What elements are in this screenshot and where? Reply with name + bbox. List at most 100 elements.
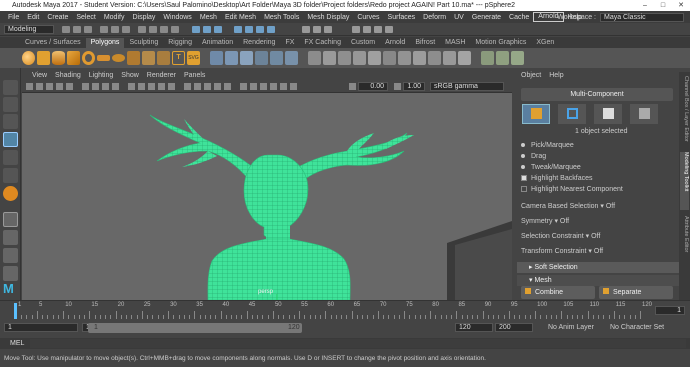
highlight-backfaces-checkbox[interactable]: Highlight Backfaces (521, 175, 592, 182)
character-set-dropdown[interactable]: No Character Set (610, 324, 664, 331)
shelf-tab-polygons[interactable]: Polygons (85, 38, 125, 48)
mash-logo-icon[interactable]: M (3, 281, 18, 296)
menu-surfaces[interactable]: Surfaces (384, 14, 420, 21)
paint-select-icon[interactable] (3, 114, 18, 129)
start-time-field[interactable]: 1 (4, 323, 78, 332)
menu-uv[interactable]: UV (450, 14, 468, 21)
menu-mesh[interactable]: Mesh (196, 14, 221, 21)
playback-end-field[interactable]: 120 (455, 323, 493, 332)
shelf-tab-custom[interactable]: Custom (346, 38, 380, 48)
menuset-dropdown[interactable]: Modeling (4, 25, 54, 34)
end-time-field[interactable]: 200 (495, 323, 533, 332)
automatic-uv-icon[interactable] (496, 51, 509, 65)
bridge-edge-icon[interactable] (368, 51, 381, 65)
layout-four-icon[interactable] (3, 230, 18, 245)
close-icon[interactable]: ✕ (672, 0, 690, 11)
menu-mesh-tools[interactable]: Mesh Tools (260, 14, 303, 21)
mirror-icon[interactable] (308, 51, 321, 65)
target-weld-icon[interactable] (428, 51, 441, 65)
viewport-menu-show[interactable]: Show (117, 72, 143, 81)
menu-cache[interactable]: Cache (505, 14, 533, 21)
shelf-tab-sculpting[interactable]: Sculpting (124, 38, 163, 48)
soft-selection-section[interactable]: ▸ Soft Selection (517, 262, 679, 273)
poly-cone-icon[interactable] (67, 51, 80, 65)
poly-cylinder-icon[interactable] (52, 51, 65, 65)
side-tab-attribute-editor[interactable]: Attribute Editor (680, 216, 689, 276)
current-frame-field[interactable]: 1 (655, 306, 685, 315)
side-tab-channel-box[interactable]: Channel Box / Layer Editor (680, 76, 689, 146)
poly-cube-icon[interactable] (37, 51, 50, 65)
svg-icon[interactable]: SVG (187, 51, 200, 65)
highlight-nearest-checkbox[interactable]: Highlight Nearest Component (521, 186, 623, 193)
separate-button[interactable]: Separate (599, 286, 673, 299)
scale-tool-icon[interactable] (3, 168, 18, 183)
tweak-marquee-option[interactable]: Tweak/Marquee (521, 164, 581, 171)
menu-modify[interactable]: Modify (100, 14, 129, 21)
shelf-tab-arnold[interactable]: Arnold (380, 38, 410, 48)
poly-sphere-icon[interactable] (22, 51, 35, 65)
viewport-menu-view[interactable]: View (28, 72, 51, 81)
boolean-intersect-icon[interactable] (285, 51, 298, 65)
poly-plane-icon[interactable] (97, 55, 110, 61)
panel-menu-object[interactable]: Object (517, 72, 545, 81)
shelf-tab-mash[interactable]: MASH (440, 38, 470, 48)
shelf-tab-fx-caching[interactable]: FX Caching (299, 38, 346, 48)
last-tool-icon[interactable] (3, 186, 18, 201)
status-line-icons[interactable] (62, 24, 482, 35)
select-tool-icon[interactable] (3, 80, 18, 95)
selection-constraint-setting[interactable]: Selection Constraint ▾ Off (521, 232, 600, 240)
multi-component-button[interactable]: Multi-Component (521, 88, 673, 101)
connect-icon[interactable] (443, 51, 456, 65)
menu-edit-mesh[interactable]: Edit Mesh (221, 14, 260, 21)
quad-draw-icon[interactable] (458, 51, 471, 65)
menu-mesh-display[interactable]: Mesh Display (303, 14, 353, 21)
shelf-tab-bifrost[interactable]: Bifrost (410, 38, 440, 48)
boolean-difference-icon[interactable] (270, 51, 283, 65)
viewport-menu-panels[interactable]: Panels (180, 72, 209, 81)
append-icon[interactable] (398, 51, 411, 65)
viewport-menu-shading[interactable]: Shading (51, 72, 85, 81)
pipe-icon[interactable] (142, 51, 155, 65)
helix-icon[interactable] (157, 51, 170, 65)
menu-create[interactable]: Create (43, 14, 72, 21)
panel-toolbar-icons[interactable] (26, 82, 346, 92)
layout-side-icon[interactable] (3, 248, 18, 263)
boolean-union-icon[interactable] (255, 51, 268, 65)
poly-torus-icon[interactable] (82, 51, 95, 65)
menu-deform[interactable]: Deform (419, 14, 450, 21)
current-time-marker[interactable] (14, 303, 17, 319)
drag-option[interactable]: Drag (521, 153, 546, 160)
symmetry-setting[interactable]: Symmetry ▾ Off (521, 217, 569, 225)
menu-file[interactable]: File (4, 14, 23, 21)
transform-constraint-setting[interactable]: Transform Constraint ▾ Off (521, 247, 603, 255)
viewport-menu-lighting[interactable]: Lighting (85, 72, 118, 81)
menu-edit[interactable]: Edit (23, 14, 43, 21)
mel-input[interactable] (30, 339, 686, 348)
text-icon[interactable]: T (172, 51, 185, 65)
shelf-tab-rendering[interactable]: Rendering (238, 38, 280, 48)
separate-icon[interactable] (225, 51, 238, 65)
menu-windows[interactable]: Windows (159, 14, 195, 21)
fill-hole-icon[interactable] (383, 51, 396, 65)
multi-cut-icon[interactable] (413, 51, 426, 65)
shelf-tab-curves-surfaces[interactable]: Curves / Surfaces (20, 38, 86, 48)
maximize-icon[interactable]: □ (654, 0, 672, 11)
shelf-tab-motion-graphics[interactable]: Motion Graphics (470, 38, 531, 48)
exposure-field[interactable]: 0.00 (358, 82, 388, 91)
layout-single-icon[interactable] (3, 212, 18, 227)
combine-icon[interactable] (210, 51, 223, 65)
poly-disc-icon[interactable] (112, 54, 125, 62)
panel-menu-help[interactable]: Help (545, 72, 567, 81)
smooth-icon[interactable] (240, 51, 253, 65)
time-slider[interactable]: 1 5 10 15 20 25 30 35 40 45 50 55 60 65 70 75 80 85 90 95 10… (0, 300, 690, 320)
planar-uv-icon[interactable] (481, 51, 494, 65)
uv-editor-icon[interactable] (511, 51, 524, 65)
combine-button[interactable]: Combine (521, 286, 595, 299)
bridge-icon[interactable] (338, 51, 351, 65)
shelf-tab-fx[interactable]: FX (280, 38, 299, 48)
shelf-tab-rigging[interactable]: Rigging (163, 38, 197, 48)
anim-layer-dropdown[interactable]: No Anim Layer (548, 324, 594, 331)
platonic-solid-icon[interactable] (127, 51, 140, 65)
perspective-viewport[interactable]: persp (22, 93, 512, 300)
workspace-dropdown[interactable]: Maya Classic (600, 12, 684, 22)
